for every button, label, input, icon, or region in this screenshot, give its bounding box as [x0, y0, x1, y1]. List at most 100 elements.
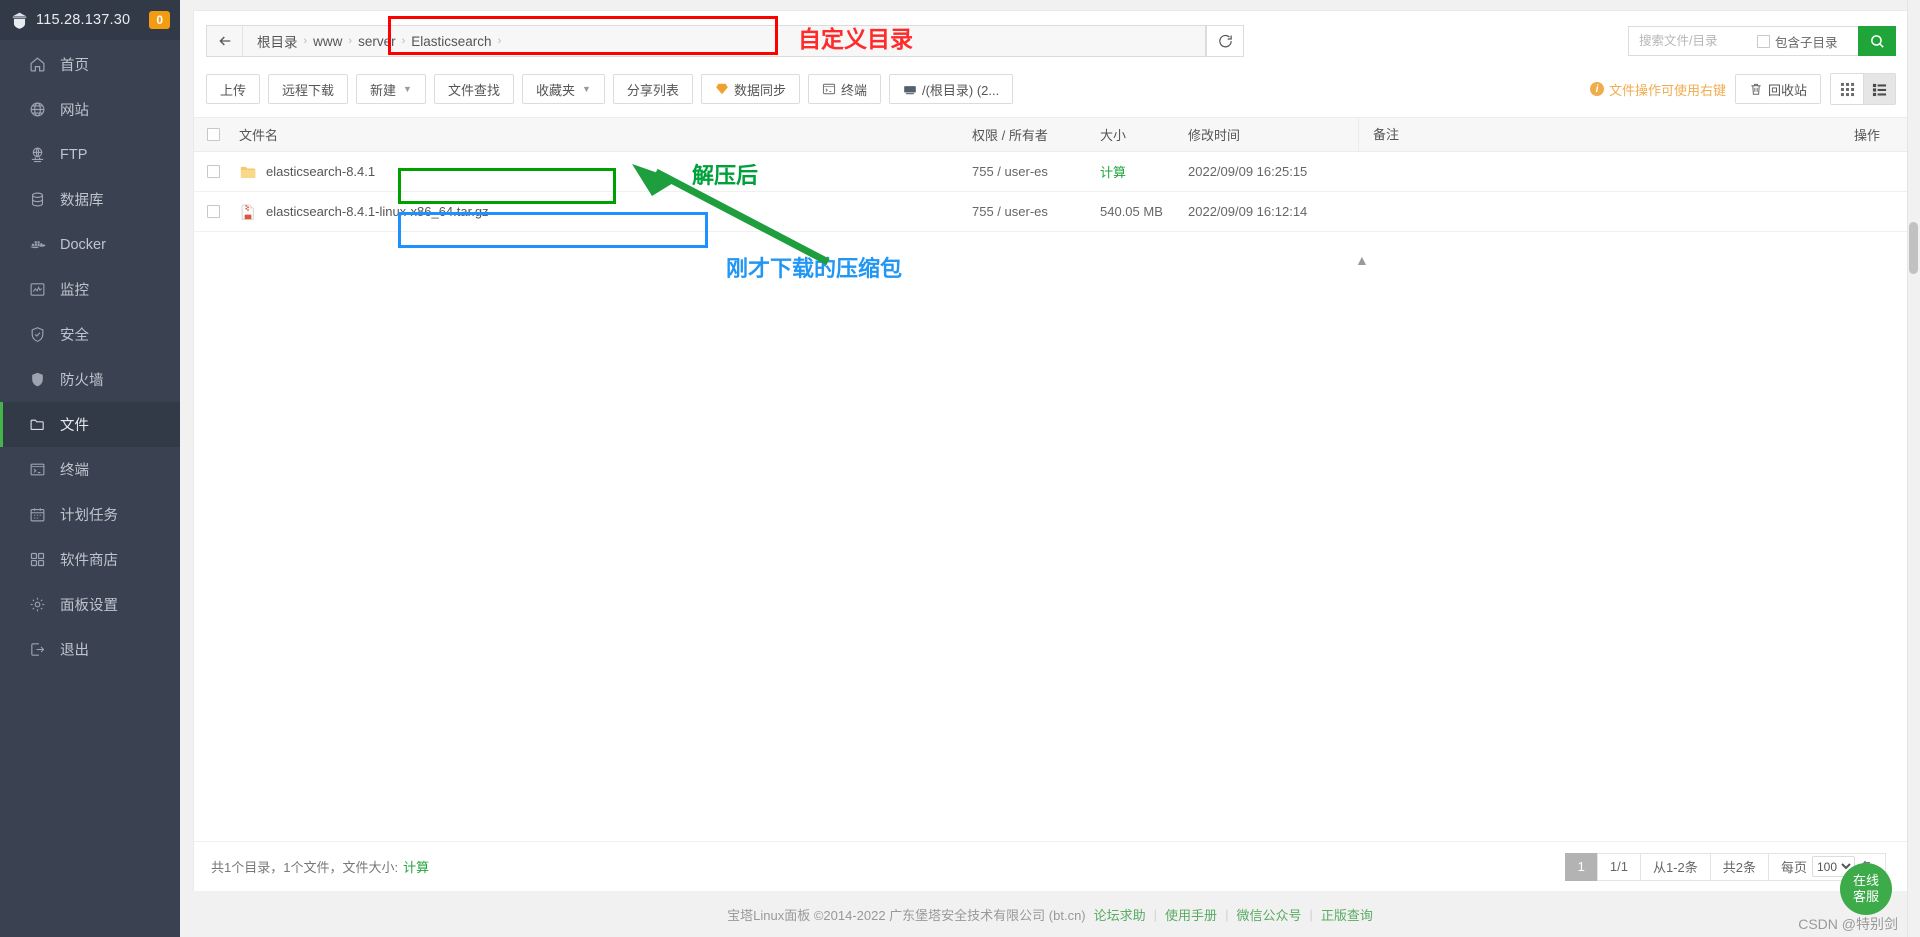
breadcrumb: 根目录 › www › server › Elasticsearch › [242, 25, 1206, 57]
sidebar-item-label: 安全 [60, 328, 89, 344]
share-list-button[interactable]: 分享列表 [612, 74, 693, 104]
calc-size-link[interactable]: 计算 [1100, 165, 1126, 180]
file-toolbar: 上传 远程下载 新建 ▼ 文件查找 收藏夹 ▼ 分享列表 数据同步 终端 /(根… [194, 63, 1908, 117]
ftp-icon [31, 147, 44, 163]
breadcrumb-item-www[interactable]: www [313, 34, 342, 49]
row-select-cell [194, 165, 232, 178]
chevron-down-icon: ▼ [403, 84, 412, 94]
breadcrumb-item-root[interactable]: 根目录 [257, 31, 298, 51]
pagination: 1 1/1 从1-2条 共2条 每页 102050 100200 条 [1564, 852, 1886, 881]
recycle-bin-button[interactable]: 回收站 [1734, 74, 1821, 104]
page-current[interactable]: 1 [1564, 852, 1597, 881]
list-view-icon [1872, 83, 1887, 96]
header-size: 大小 [1100, 128, 1127, 143]
include-subdir-toggle[interactable]: 包含子目录 [1757, 32, 1838, 51]
sidebar: 115.28.137.30 0 首页 网站 FTP 数据库 Docker 监控 … [0, 0, 180, 937]
upload-button[interactable]: 上传 [206, 74, 261, 104]
folder-icon [30, 419, 44, 431]
search-input[interactable] [1639, 34, 1751, 48]
search-icon [1870, 34, 1884, 48]
terminal-icon [822, 83, 836, 95]
refresh-icon [1218, 34, 1232, 47]
sidebar-item-logout[interactable]: 退出 [0, 627, 180, 672]
disk-usage-button[interactable]: /(根目录) (2... [888, 74, 1014, 104]
header-filename: 文件名 [239, 128, 279, 143]
support-line-2: 客服 [1852, 889, 1879, 904]
sidebar-item-label: 首页 [60, 58, 89, 74]
sidebar-item-label: 防火墙 [60, 373, 104, 389]
sidebar-item-ftp[interactable]: FTP [0, 132, 180, 177]
footer-link-forum[interactable]: 论坛求助 [1094, 905, 1146, 924]
bt-panel-app: 115.28.137.30 0 首页 网站 FTP 数据库 Docker 监控 … [0, 0, 1920, 937]
sidebar-item-settings[interactable]: 面板设置 [0, 582, 180, 627]
page-range: 从1-2条 [1639, 852, 1710, 881]
sidebar-item-label: FTP [60, 146, 88, 163]
select-all-checkbox[interactable] [207, 128, 220, 141]
table-row[interactable]: elasticsearch-8.4.1 755 / user-es 计算 202… [194, 152, 1908, 192]
breadcrumb-item-elasticsearch[interactable]: Elasticsearch [411, 34, 491, 49]
disk-usage-label: /(根目录) (2... [921, 82, 1000, 98]
footer-link-wechat[interactable]: 微信公众号 [1236, 905, 1301, 924]
favorites-button[interactable]: 收藏夹 ▼ [521, 74, 605, 104]
sidebar-item-label: 终端 [60, 463, 89, 479]
table-header-row: 文件名 权限 / 所有者 大小 修改时间 备注 操作 [194, 117, 1908, 152]
include-subdir-checkbox[interactable] [1757, 34, 1770, 48]
page-of: 1/1 [1596, 852, 1640, 881]
sidebar-item-files[interactable]: 文件 [0, 402, 180, 447]
footer-link-manual[interactable]: 使用手册 [1165, 905, 1217, 924]
row-checkbox[interactable] [207, 205, 220, 218]
file-name-link[interactable]: elasticsearch-8.4.1 [266, 164, 375, 179]
data-sync-button[interactable]: 数据同步 [700, 74, 800, 104]
sidebar-item-home[interactable]: 首页 [0, 42, 180, 87]
file-name-link[interactable]: elasticsearch-8.4.1-linux-x86_64.tar.gz [266, 204, 489, 219]
shield-icon [32, 372, 43, 387]
page-scrollbar-thumb[interactable] [1909, 222, 1918, 274]
sidebar-item-label: 面板设置 [60, 598, 118, 614]
sidebar-item-website[interactable]: 网站 [0, 87, 180, 132]
search-group: 包含子目录 [1628, 26, 1896, 56]
sidebar-item-firewall[interactable]: 防火墙 [0, 357, 180, 402]
search-box: 包含子目录 [1628, 26, 1858, 56]
row-mtime: 2022/09/09 16:12:14 [1188, 204, 1308, 219]
sidebar-item-monitor[interactable]: 监控 [0, 267, 180, 312]
sidebar-item-terminal[interactable]: 终端 [0, 447, 180, 492]
terminal-icon [30, 463, 45, 476]
row-permission: 755 / user-es [972, 164, 1048, 179]
sidebar-item-database[interactable]: 数据库 [0, 177, 180, 222]
sidebar-item-appstore[interactable]: 软件商店 [0, 537, 180, 582]
online-support-button[interactable]: 在线 客服 [1840, 863, 1892, 915]
summary-calc-link[interactable]: 计算 [403, 857, 429, 876]
watermark: CSDN @特别剑 [1798, 916, 1898, 932]
view-toggle [1830, 73, 1896, 105]
header-note: 备注 [1358, 117, 1788, 152]
row-name-cell: elasticsearch-8.4.1-linux-x86_64.tar.gz [232, 203, 972, 221]
sidebar-item-docker[interactable]: Docker [0, 222, 180, 267]
shield-check-icon [31, 327, 44, 342]
terminal-button[interactable]: 终端 [807, 74, 881, 104]
sidebar-item-label: 网站 [60, 103, 89, 119]
search-button[interactable] [1858, 26, 1896, 56]
terminal-label: 终端 [840, 82, 867, 98]
table-row[interactable]: elasticsearch-8.4.1-linux-x86_64.tar.gz … [194, 192, 1908, 232]
row-name-cell: elasticsearch-8.4.1 [232, 163, 972, 181]
sidebar-item-label: Docker [60, 236, 106, 253]
back-button[interactable] [206, 25, 242, 57]
footer-link-license[interactable]: 正版查询 [1321, 905, 1373, 924]
grid-view-button[interactable] [1831, 74, 1863, 104]
notification-badge[interactable]: 0 [149, 11, 170, 29]
list-view-button[interactable] [1863, 74, 1895, 104]
archive-icon [241, 204, 254, 220]
toolbar-right: i 文件操作可使用右键 回收站 [1589, 73, 1896, 105]
file-search-button[interactable]: 文件查找 [433, 74, 514, 104]
sidebar-item-cron[interactable]: 计划任务 [0, 492, 180, 537]
row-permission: 755 / user-es [972, 204, 1048, 219]
sidebar-item-security[interactable]: 安全 [0, 312, 180, 357]
footer-separator: | [1309, 906, 1313, 922]
breadcrumb-item-server[interactable]: server [358, 34, 396, 49]
remote-download-button[interactable]: 远程下载 [268, 74, 349, 104]
footer-separator: | [1153, 906, 1158, 922]
row-checkbox[interactable] [207, 165, 220, 178]
new-button[interactable]: 新建 ▼ [356, 74, 426, 104]
refresh-button[interactable] [1206, 25, 1244, 57]
page-scrollbar[interactable] [1907, 0, 1920, 937]
